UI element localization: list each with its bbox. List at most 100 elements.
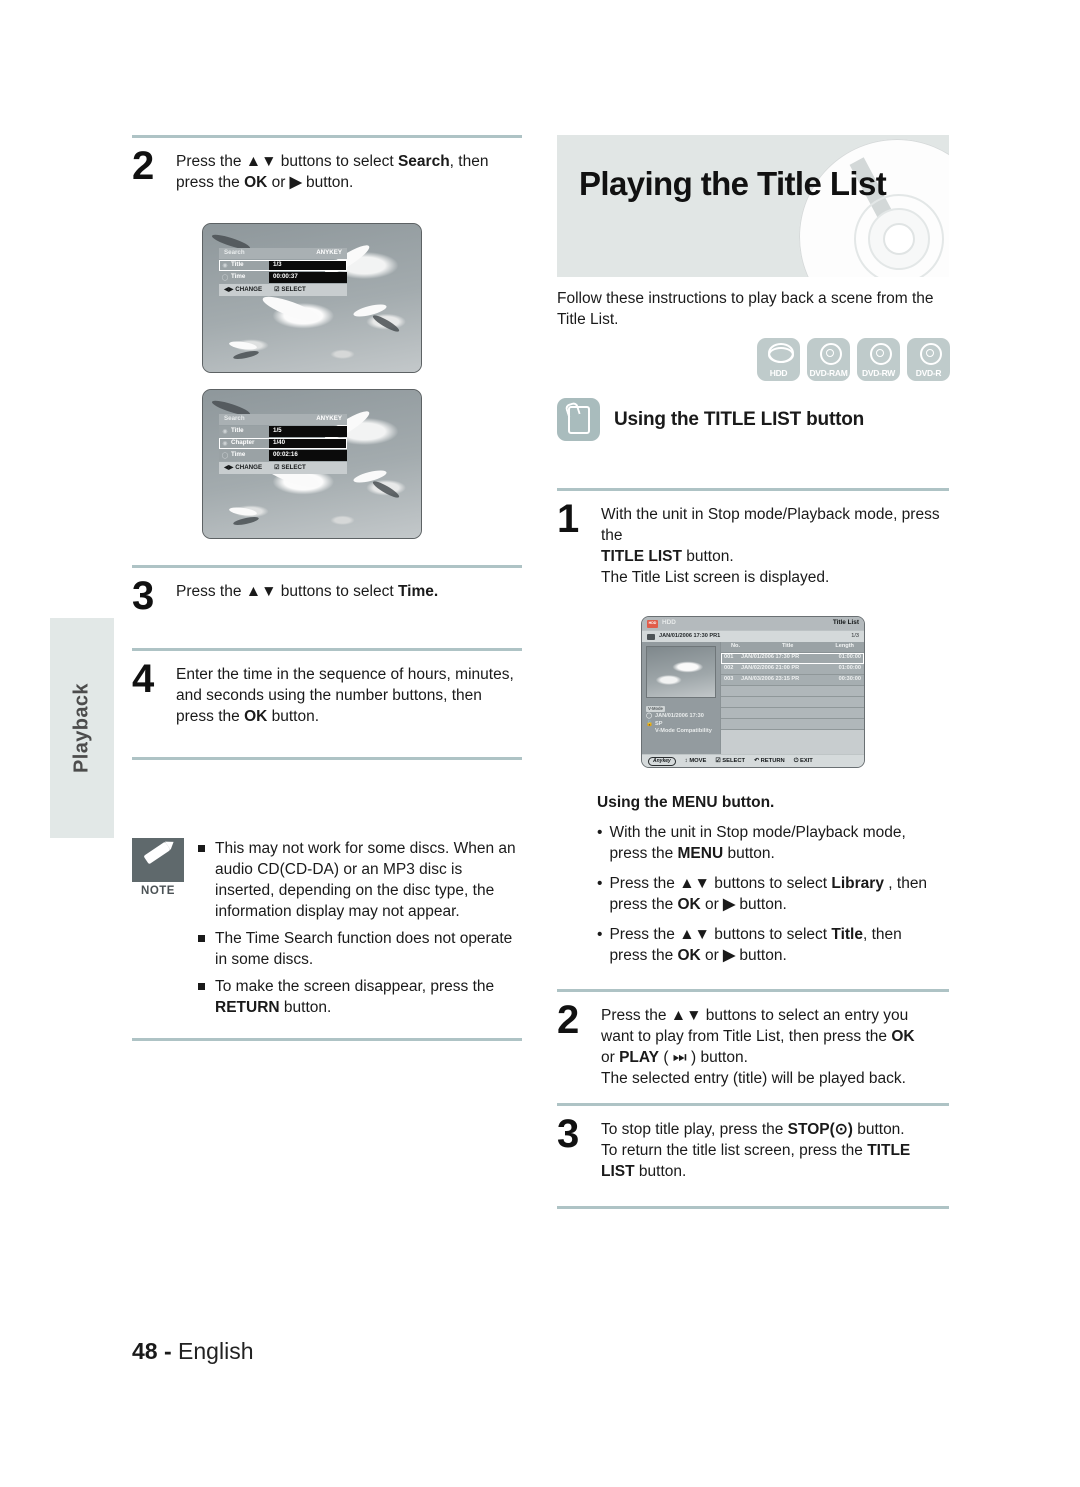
bullet-square-icon (198, 845, 205, 852)
osd-panel: Search ANYKEY ◉ Title 1/5 ◉ Chapter 1/40… (219, 414, 347, 474)
osd-row-title[interactable]: ◉ Title 1/5 (219, 426, 347, 437)
section-heading-title-list: Using the TITLE LIST button (557, 398, 864, 441)
table-row-empty[interactable] (721, 686, 864, 697)
media-badge-hdd: HDD (757, 338, 800, 381)
right-arrow-icon: ▶ (289, 174, 302, 191)
disc-icon: ◉ (222, 262, 228, 269)
footer-return: ↶ RETURN (754, 758, 785, 765)
step-text-part: or (601, 1049, 620, 1066)
osd-row-time[interactable]: ◯ Time 00:00:37 (219, 272, 347, 283)
anykey-button-icon[interactable]: Anykey (648, 757, 676, 766)
info-date: JAN/01/2006 17:30 (655, 713, 704, 720)
media-badge-dvd-ram: DVD-RAM (807, 338, 850, 381)
step-text-part: Enter the time in the sequence of hours,… (176, 666, 514, 683)
note-tag: NOTE (132, 838, 184, 1024)
footer-exit: ⏻ EXIT (793, 757, 813, 765)
step-text: Press the ▲▼ buttons to select Time. (176, 578, 438, 602)
info-row-compat: V-Mode Compatibility (646, 729, 716, 735)
osd-row-value: 00:00:37 (269, 272, 347, 283)
right-arrow-icon: ▶ (723, 947, 736, 964)
table-row[interactable]: 002 JAN/02/2006 21:00 PR 01:00:00 (721, 664, 864, 675)
updown-arrows-icon: ↕ (684, 757, 688, 764)
bullet-dot-icon: • (597, 926, 603, 943)
row-no: 003 (724, 676, 734, 683)
bullet-square-icon (198, 983, 205, 990)
media-badge-label: DVD-RW (862, 368, 895, 378)
title-list-page-indicator: 1/3 (851, 632, 859, 639)
row-title: JAN/02/2006 21:00 PR (741, 665, 800, 672)
osd-anykey-label: ANYKEY (316, 249, 342, 257)
media-badge-dvd-r: DVD-R (907, 338, 950, 381)
footer-move: ↕ MOVE (684, 757, 707, 765)
bullet-part: button. (735, 947, 787, 964)
osd-row-title[interactable]: ◉ Title 1/3 (219, 260, 347, 271)
osd-screenshot-search-title-chapter-time: Search ANYKEY ◉ Title 1/5 ◉ Chapter 1/40… (202, 389, 422, 539)
osd-screenshot-search-title-time: Search ANYKEY ◉ Title 1/3 ◯ Time 00:00:3… (202, 223, 422, 373)
bullet-text: Press the ▲▼ buttons to select Title, th… (609, 924, 901, 966)
power-icon: ⏻ (793, 757, 799, 764)
disc-icon (868, 343, 892, 365)
step-text-part: The Title List screen is displayed. (601, 569, 830, 586)
leftright-arrows-icon: ◀▶ (224, 285, 234, 293)
step-text-part: Press the (601, 1007, 671, 1024)
right-column: 1 With the unit in Stop mode/Playback mo… (557, 488, 949, 1209)
osd-row-value: 1/3 (269, 260, 347, 271)
table-row-empty[interactable] (721, 708, 864, 719)
page-separator: - (163, 1338, 172, 1364)
table-row-empty[interactable] (721, 697, 864, 708)
note-tag-label: NOTE (141, 885, 175, 897)
note-item-text: The Time Search function does not operat… (215, 930, 513, 968)
chapter-icon: ◉ (222, 440, 228, 447)
note-item-part: To make the screen disappear, press the (215, 978, 495, 995)
table-row-empty[interactable] (721, 719, 864, 730)
table-row[interactable]: 001 JAN/01/2006 17:30 PR 01:00:00 (721, 653, 864, 664)
osd-footer-select: ☑ SELECT (274, 463, 306, 471)
step-keyword-title-list: TITLE LIST (601, 548, 682, 565)
osd-row-chapter[interactable]: ◉ Chapter 1/40 (219, 438, 347, 449)
note-item: This may not work for some discs. When a… (198, 838, 522, 922)
osd-panel: Search ANYKEY ◉ Title 1/3 ◯ Time 00:00:3… (219, 248, 347, 296)
step-number: 3 (132, 574, 154, 618)
bullet-part: With the unit in Stop mode/Playback mode… (609, 824, 906, 841)
page-title: Playing the Title List (579, 165, 887, 202)
step-text-part: button. (301, 174, 354, 191)
bullet-part: , then (883, 875, 928, 892)
right-arrow-icon: ▶ (723, 896, 736, 913)
title-list-source: HDD HDD (647, 619, 676, 628)
osd-footer-label: CHANGE (235, 463, 263, 471)
row-title: JAN/01/2006 17:30 PR (741, 654, 800, 661)
osd-footer-change: ◀▶ CHANGE (224, 463, 263, 471)
row-no: 002 (724, 665, 734, 672)
step-text-part: press the (176, 708, 245, 725)
bullet-dot-icon: • (597, 875, 603, 892)
table-row[interactable]: 003 JAN/03/2006 23:15 PR 00:30:00 (721, 675, 864, 686)
page-number: 48 (132, 1338, 158, 1364)
osd-footer-change: ◀▶ CHANGE (224, 285, 262, 293)
footer-select: ☑ SELECT (715, 758, 745, 765)
step-4: 4 Enter the time in the sequence of hour… (132, 651, 522, 757)
osd-footer-label: SELECT (281, 285, 306, 293)
osd-row-time[interactable]: ◯ Time 00:02:16 (219, 450, 347, 461)
step-1: 1 With the unit in Stop mode/Playback mo… (557, 491, 949, 602)
bullet-part: or (700, 896, 724, 913)
osd-title: Search (224, 249, 245, 257)
hdd-stack-icon (767, 343, 794, 363)
column-header-no: No. (731, 643, 741, 650)
select-icon: ☑ (274, 463, 280, 471)
menu-section-bullets: • With the unit in Stop mode/Playback mo… (597, 822, 949, 966)
osd-row-name: Title (231, 427, 244, 435)
bullet-part: buttons to select (709, 875, 832, 892)
page-footer: 48 - English (132, 1338, 253, 1365)
keyword-library: Library (831, 875, 884, 892)
step-3: 3 Press the ▲▼ buttons to select Time. (132, 568, 522, 648)
step-keyword-search: Search (397, 153, 450, 170)
title-list-preview-column: V-Mode ◯ JAN/01/2006 17:30 🔓 SP V-Mode Com… (642, 642, 721, 754)
media-badge-row: HDD DVD-RAM DVD-RW DVD-R (757, 338, 950, 381)
step-text: Press the ▲▼ buttons to select Search, t… (176, 148, 488, 193)
media-badge-label: HDD (769, 368, 788, 378)
clock-icon: ◯ (221, 452, 229, 459)
column-header-title: Title (781, 643, 794, 650)
disc-icon (918, 343, 942, 365)
title-list-source-label: HDD (662, 619, 676, 627)
note-inner: NOTE This may not work for some discs. W… (132, 838, 522, 1024)
